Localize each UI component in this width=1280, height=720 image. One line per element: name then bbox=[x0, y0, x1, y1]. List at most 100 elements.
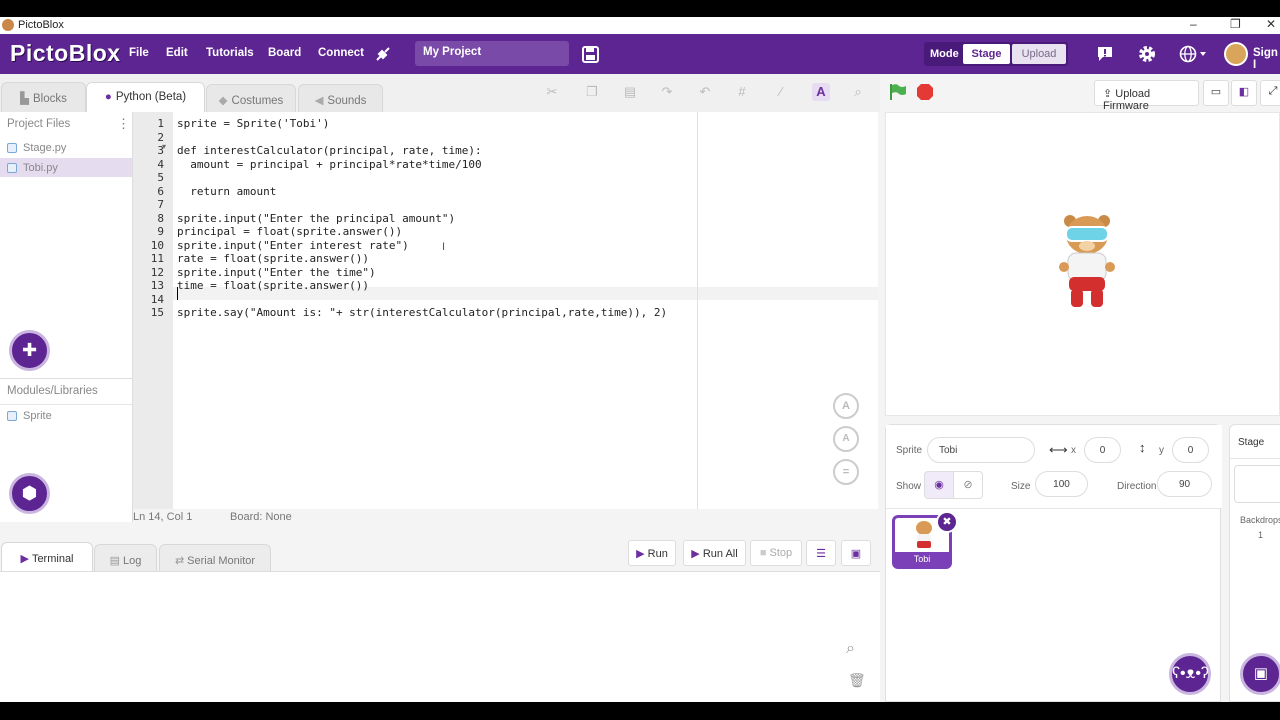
mode-toggle: Mode Stage Upload bbox=[924, 42, 1068, 66]
sprite-info-panel: Sprite Tobi ⟷ x 0 ↕ y 0 Show ◉ ⊘ Size 10… bbox=[885, 424, 1222, 702]
y-arrow-icon: ↕ bbox=[1139, 440, 1146, 455]
comment-icon[interactable]: # bbox=[735, 85, 749, 99]
add-sprite-button[interactable]: ʕ•ᴥ•ʔ bbox=[1169, 653, 1211, 695]
direction-input[interactable]: 90 bbox=[1157, 471, 1212, 497]
code-line: def interestCalculator(principal, rate, … bbox=[177, 144, 482, 157]
menu-file[interactable]: File bbox=[129, 47, 149, 59]
project-name-input[interactable]: My Project bbox=[415, 41, 569, 66]
search-icon[interactable]: ⌕ bbox=[851, 85, 865, 99]
file-item-stage[interactable]: Stage.py bbox=[0, 138, 132, 157]
gear-icon[interactable] bbox=[1137, 44, 1157, 64]
add-backdrop-button[interactable]: ▣ bbox=[1240, 653, 1280, 695]
mode-stage-button[interactable]: Stage bbox=[963, 44, 1010, 64]
add-extension-button[interactable]: ✚ bbox=[9, 330, 50, 371]
y-input[interactable]: 0 bbox=[1172, 437, 1209, 463]
tab-blocks[interactable]: ▙ Blocks bbox=[1, 82, 86, 112]
zoom-reset-icon[interactable]: = bbox=[833, 459, 859, 485]
small-stage-button[interactable]: ▭ bbox=[1203, 80, 1229, 106]
backdrops-label: Backdrops bbox=[1240, 515, 1280, 525]
menubar: PictoBlox File Edit Tutorials Board Conn… bbox=[0, 34, 1280, 74]
upload-firmware-button[interactable]: ⇪ Upload Firmware bbox=[1094, 80, 1199, 112]
tab-costumes[interactable]: ◆ Costumes bbox=[206, 84, 296, 112]
x-input[interactable]: 0 bbox=[1084, 437, 1121, 463]
costumes-icon: ◆ bbox=[218, 95, 228, 107]
fullscreen-button[interactable]: ⤢ bbox=[1260, 80, 1280, 106]
line-number: 11 bbox=[150, 252, 164, 265]
stage-selector-panel[interactable]: Stage Backdrops 1 ▣ bbox=[1229, 424, 1280, 702]
module-item-sprite[interactable]: Sprite bbox=[0, 406, 132, 425]
delete-sprite-button[interactable]: ✖ bbox=[936, 511, 958, 533]
fullscreen-icon: ⤢ bbox=[1268, 85, 1278, 97]
console-tab-row: ▶ Terminal ▤ Log ⇄ Serial Monitor bbox=[0, 523, 880, 572]
undo-icon[interactable]: ↶ bbox=[698, 85, 712, 99]
menu-connect[interactable]: Connect bbox=[318, 47, 364, 59]
tab-python[interactable]: ● Python (Beta) bbox=[86, 82, 205, 113]
save-icon[interactable] bbox=[582, 46, 599, 63]
magic-wand-icon[interactable]: ⁄ bbox=[774, 85, 788, 99]
zoom-out-icon[interactable]: A bbox=[833, 426, 859, 452]
tab-terminal-label: Terminal bbox=[31, 553, 74, 565]
zoom-in-icon[interactable]: A bbox=[833, 393, 859, 419]
close-button[interactable]: ✕ bbox=[1266, 17, 1276, 31]
large-stage-button[interactable]: ◧ bbox=[1231, 80, 1257, 106]
more-options-icon[interactable]: ⋮ bbox=[117, 116, 130, 132]
add-module-button[interactable]: ⬢ bbox=[9, 473, 50, 514]
avatar[interactable] bbox=[1224, 42, 1248, 66]
line-number: 3 bbox=[157, 144, 164, 157]
extension-plug-icon[interactable] bbox=[373, 44, 393, 64]
stop-button[interactable]: ■ Stop bbox=[750, 540, 802, 566]
play-all-icon: ▶ bbox=[691, 548, 700, 560]
stage-tab-label[interactable]: Stage bbox=[1230, 425, 1280, 459]
feedback-icon[interactable] bbox=[1096, 45, 1114, 63]
code-line: sprite.input("Enter the principal amount… bbox=[177, 211, 456, 225]
run-button[interactable]: ▶ Run bbox=[628, 540, 676, 566]
paste-icon[interactable]: ▤ bbox=[623, 85, 637, 99]
tab-log[interactable]: ▤ Log bbox=[94, 544, 157, 572]
copy-icon[interactable]: ❐ bbox=[585, 85, 599, 99]
code-editor[interactable]: 1 sprite = Sprite('Tobi') 2 3 def interestCa… bbox=[133, 112, 878, 509]
menu-edit[interactable]: Edit bbox=[166, 47, 188, 59]
stop-square-icon: ■ bbox=[759, 547, 767, 559]
tobi-sprite[interactable] bbox=[1056, 213, 1120, 313]
trash-icon[interactable]: 🗑 bbox=[848, 672, 866, 689]
stage-canvas[interactable] bbox=[885, 112, 1280, 416]
project-files-heading: Project Files bbox=[7, 118, 71, 130]
minimize-button[interactable]: – bbox=[1190, 17, 1197, 31]
code-line: time = float(sprite.answer()) bbox=[177, 279, 370, 292]
tab-terminal[interactable]: ▶ Terminal bbox=[1, 542, 93, 572]
terminal-output[interactable]: ⌕ 🗑 bbox=[0, 571, 880, 702]
size-input[interactable]: 100 bbox=[1035, 471, 1088, 497]
project-sidebar: Project Files ⋮ Stage.py Tobi.py ✚ Modul… bbox=[0, 112, 133, 522]
stop-icon[interactable] bbox=[916, 83, 934, 101]
tab-serial-monitor[interactable]: ⇄ Serial Monitor bbox=[159, 544, 271, 572]
menu-tutorials[interactable]: Tutorials bbox=[206, 47, 254, 59]
sign-in-link[interactable]: Sign I bbox=[1253, 47, 1280, 71]
divider bbox=[0, 404, 132, 405]
file-icon bbox=[7, 143, 17, 153]
redo-icon[interactable]: ↷ bbox=[660, 85, 674, 99]
file-item-tobi[interactable]: Tobi.py bbox=[0, 158, 132, 177]
show-visible-button[interactable]: ◉ bbox=[924, 471, 954, 499]
line-number: 12 bbox=[150, 265, 164, 279]
line-number: 15 bbox=[150, 306, 164, 319]
clear-log-button[interactable]: ☰ bbox=[806, 540, 836, 566]
maximize-button[interactable]: ❐ bbox=[1230, 17, 1241, 31]
fold-arrow-icon[interactable]: ▾ bbox=[162, 142, 166, 151]
backdrops-count: 1 bbox=[1258, 530, 1264, 540]
export-button[interactable]: ▣ bbox=[841, 540, 871, 566]
mode-upload-button[interactable]: Upload bbox=[1012, 44, 1066, 64]
sprite-name-input[interactable]: Tobi bbox=[927, 437, 1035, 463]
modules-heading: Modules/Libraries bbox=[7, 385, 98, 397]
run-all-button[interactable]: ▶ Run All bbox=[683, 540, 746, 566]
stage-thumbnail[interactable] bbox=[1234, 465, 1280, 503]
search-icon[interactable]: ⌕ bbox=[846, 640, 855, 658]
green-flag-icon[interactable] bbox=[889, 83, 907, 101]
small-stage-icon: ▭ bbox=[1210, 86, 1222, 98]
menu-board[interactable]: Board bbox=[268, 47, 301, 59]
font-size-icon[interactable]: A bbox=[812, 83, 830, 101]
tab-sounds[interactable]: ◀ Sounds bbox=[298, 84, 383, 112]
cut-icon[interactable]: ✂ bbox=[545, 85, 559, 99]
print-margin bbox=[697, 112, 698, 509]
show-hidden-button[interactable]: ⊘ bbox=[953, 471, 983, 499]
globe-icon[interactable] bbox=[1179, 45, 1207, 63]
